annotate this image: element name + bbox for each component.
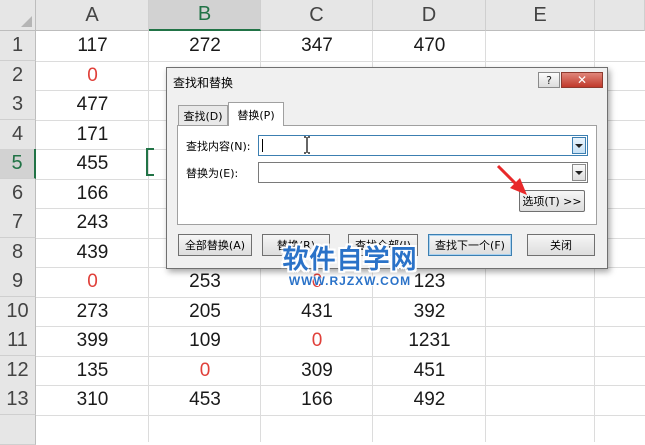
help-button[interactable]: ? (538, 72, 560, 88)
close-button[interactable]: 关闭 (527, 234, 595, 256)
row-header-6[interactable]: 6 (0, 178, 36, 209)
cell-d1[interactable]: 470 (373, 31, 486, 61)
row-header-10[interactable]: 10 (0, 296, 36, 327)
cell-d13[interactable]: 492 (373, 385, 486, 415)
cell-a3[interactable]: 477 (36, 90, 149, 120)
row-header-11[interactable]: 11 (0, 326, 36, 356)
column-header-e[interactable]: E (486, 0, 595, 31)
replace-dropdown-button[interactable] (572, 164, 586, 181)
cell-d11[interactable]: 1231 (373, 326, 486, 356)
column-header-d[interactable]: D (373, 0, 486, 31)
select-all-corner[interactable] (0, 0, 36, 31)
replace-all-button[interactable]: 全部替换(A) (178, 234, 252, 256)
cell-a5[interactable]: 455 (36, 149, 149, 179)
cell-a13[interactable]: 310 (36, 385, 149, 415)
cell-c13[interactable]: 166 (261, 385, 373, 415)
row-header-9[interactable]: 9 (0, 267, 36, 297)
column-header-f[interactable] (595, 0, 645, 31)
cell-a1[interactable]: 117 (36, 31, 149, 61)
cell-c12[interactable]: 309 (261, 356, 373, 386)
text-caret (262, 139, 263, 152)
chevron-down-icon (575, 143, 583, 148)
cell-d12[interactable]: 451 (373, 356, 486, 386)
row-header-next[interactable] (0, 414, 36, 445)
tab-find[interactable]: 查找(D) (178, 105, 228, 125)
cell-a4[interactable]: 171 (36, 120, 149, 150)
column-header-c[interactable]: C (261, 0, 373, 31)
replace-with-combo[interactable] (258, 162, 588, 184)
dialog-title: 查找和替换 (173, 76, 234, 90)
cell-a11[interactable]: 399 (36, 326, 149, 356)
chevron-down-icon (575, 170, 583, 175)
tab-replace[interactable]: 替换(P) (228, 102, 284, 126)
row-header-5[interactable]: 5 (0, 149, 36, 179)
ibeam-cursor-icon (304, 136, 310, 154)
cell-c10[interactable]: 431 (261, 297, 373, 327)
cell-b9[interactable]: 253 (149, 267, 261, 297)
row-header-12[interactable]: 12 (0, 355, 36, 386)
cell-a12[interactable]: 135 (36, 356, 149, 386)
watermark-logo: 软件自学网 WWW.RJZXW.COM (270, 246, 430, 288)
row-header-1[interactable]: 1 (0, 31, 36, 61)
find-what-label: 查找内容(N): (186, 140, 251, 153)
cell-b1[interactable]: 272 (149, 31, 261, 61)
row-header-13[interactable]: 13 (0, 385, 36, 415)
cell-c1[interactable]: 347 (261, 31, 373, 61)
cell-a8[interactable]: 439 (36, 238, 149, 268)
row-header-4[interactable]: 4 (0, 119, 36, 150)
cell-d10[interactable]: 392 (373, 297, 486, 327)
column-header-b[interactable]: B (149, 0, 261, 31)
cell-a9[interactable]: 0 (36, 267, 149, 297)
row-header-2[interactable]: 2 (0, 60, 36, 91)
replace-with-label: 替换为(E): (186, 167, 239, 180)
column-header-a[interactable]: A (36, 0, 149, 31)
cell-b11[interactable]: 109 (149, 326, 261, 356)
cell-a10[interactable]: 273 (36, 297, 149, 327)
find-next-button[interactable]: 查找下一个(F) (428, 234, 512, 256)
cell-a7[interactable]: 243 (36, 208, 149, 238)
cell-b12[interactable]: 0 (149, 356, 261, 386)
watermark-title: 软件自学网 (282, 245, 418, 275)
close-icon[interactable]: ✕ (561, 72, 603, 88)
watermark-subtitle: WWW.RJZXW.COM (288, 274, 412, 288)
row-header-3[interactable]: 3 (0, 90, 36, 120)
find-replace-dialog: 查找和替换 ? ✕ 查找(D) 替换(P) 查找内容(N): 替换为(E): 选… (166, 67, 608, 269)
row-header-7[interactable]: 7 (0, 208, 36, 238)
cell-b13[interactable]: 453 (149, 385, 261, 415)
cell-c11[interactable]: 0 (261, 326, 373, 356)
active-cell-outline (146, 148, 154, 176)
options-button[interactable]: 选项(T) >> (519, 190, 585, 212)
row-header-8[interactable]: 8 (0, 237, 36, 268)
cell-a2[interactable]: 0 (36, 61, 149, 91)
cell-a6[interactable]: 166 (36, 179, 149, 209)
replace-with-input[interactable] (259, 164, 567, 184)
find-dropdown-button[interactable] (572, 137, 586, 154)
cell-b10[interactable]: 205 (149, 297, 261, 327)
